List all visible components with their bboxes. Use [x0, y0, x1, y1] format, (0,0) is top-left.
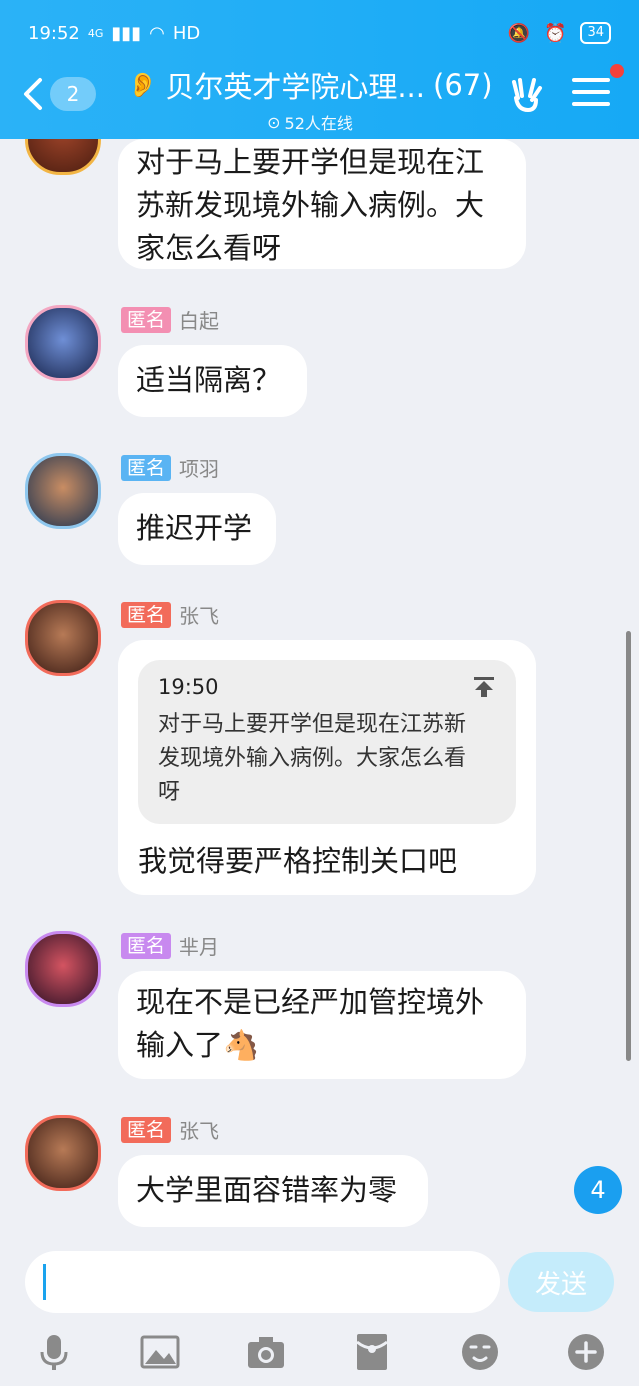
status-time: 19:52: [28, 22, 80, 44]
input-toolbar: [0, 1322, 639, 1386]
message-text: 大学里面容错率为零: [136, 1173, 398, 1207]
message-bubble[interactable]: 现在不是已经严加管控境外 输入了🐴: [118, 971, 526, 1079]
chat-scrollbar[interactable]: [626, 631, 631, 1061]
anonymous-tag: 匿名: [121, 601, 172, 628]
menu-button[interactable]: [572, 78, 610, 110]
image-icon[interactable]: [140, 1332, 180, 1372]
sender-name: 芈月: [179, 935, 220, 959]
alarm-icon: ⏰: [544, 22, 567, 44]
new-messages-badge[interactable]: 4: [574, 1166, 622, 1214]
sender-name: 张飞: [179, 604, 220, 628]
nav-bar: 2 👂 贝尔英才学院心理... (67) ⊙ 52人在线: [0, 60, 639, 133]
avatar[interactable]: [25, 305, 101, 381]
message-input[interactable]: [25, 1251, 500, 1313]
text-caret: [43, 1264, 46, 1300]
network-label: 4G: [87, 26, 104, 40]
sender-name: 张飞: [179, 1119, 220, 1143]
member-count: (67): [433, 68, 493, 102]
avatar[interactable]: [25, 453, 101, 529]
battery-indicator: 34: [580, 22, 611, 44]
sender-row: 匿名 张飞: [121, 600, 219, 629]
chat-area[interactable]: 对于马上要开学但是现在江 苏新发现境外输入病例。大 家怎么看呀 匿名 白起 适当…: [0, 139, 639, 1239]
app-header: 19:52 4G ▮▮▮ ◠ HD 🔕 ⏰ 34 2 👂 贝尔英才学院心理...…: [0, 0, 639, 139]
jump-to-top-icon[interactable]: [472, 675, 496, 699]
message-line: 家怎么看呀: [136, 231, 282, 265]
back-unread-badge: 2: [50, 77, 96, 111]
avatar[interactable]: [25, 1115, 101, 1191]
sender-row: 匿名 白起: [121, 305, 219, 334]
message-bubble[interactable]: 大学里面容错率为零: [118, 1155, 428, 1227]
anonymous-tag: 匿名: [121, 306, 172, 333]
avatar[interactable]: [25, 931, 101, 1007]
status-bar: 19:52 4G ▮▮▮ ◠ HD 🔕 ⏰ 34: [28, 18, 611, 48]
online-check-icon: ⊙: [267, 112, 281, 132]
emoji-icon[interactable]: [460, 1332, 500, 1372]
signal-icon: ▮▮▮: [111, 22, 142, 44]
anonymous-tag: 匿名: [121, 454, 172, 481]
anonymous-tag: 匿名: [121, 1116, 172, 1143]
message-line: 苏新发现境外输入病例。大: [136, 188, 485, 222]
back-button[interactable]: 2: [22, 74, 112, 114]
avatar[interactable]: [25, 139, 101, 175]
message-line: 输入了🐴: [136, 1028, 260, 1062]
message-text: 推迟开学: [136, 511, 253, 545]
online-count: 52人在线: [284, 114, 353, 133]
message-text: 我觉得要严格控制关口吧: [138, 844, 458, 878]
message-bubble[interactable]: 对于马上要开学但是现在江 苏新发现境外输入病例。大 家怎么看呀: [118, 139, 526, 269]
send-button[interactable]: 发送: [508, 1252, 614, 1312]
mute-icon: 🔕: [507, 22, 531, 44]
microphone-icon[interactable]: [34, 1332, 74, 1372]
hd-label: HD: [172, 22, 201, 44]
message-bubble[interactable]: 适当隔离？: [118, 345, 307, 417]
message-bubble[interactable]: 19:50 对于马上要开学但是现在江苏新 发现境外输入病例。大家怎么看 呀 我觉…: [118, 640, 536, 895]
anonymous-tag: 匿名: [121, 932, 172, 959]
message-line: 对于马上要开学但是现在江: [136, 145, 485, 179]
avatar[interactable]: [25, 600, 101, 676]
gesture-hand-icon[interactable]: [506, 74, 546, 114]
group-title-area[interactable]: 👂 贝尔英才学院心理... (67) ⊙ 52人在线: [120, 64, 500, 134]
camera-icon[interactable]: [246, 1332, 286, 1372]
sender-row: 匿名 张飞: [121, 1115, 219, 1144]
online-count-row: ⊙ 52人在线: [120, 110, 500, 134]
sender-row: 匿名 芈月: [121, 931, 219, 960]
quote-line: 对于马上要开学但是现在江苏新: [158, 712, 467, 737]
notification-dot: [610, 64, 624, 78]
ear-icon: 👂: [127, 71, 158, 99]
quoted-message[interactable]: 19:50 对于马上要开学但是现在江苏新 发现境外输入病例。大家怎么看 呀: [138, 660, 516, 824]
group-title: 贝尔英才学院心理...: [165, 70, 425, 104]
quote-time: 19:50: [158, 675, 219, 699]
sender-name: 白起: [179, 309, 220, 333]
sender-name: 项羽: [179, 457, 220, 481]
back-arrow-icon: [24, 78, 42, 110]
message-text: 适当隔离？: [136, 363, 282, 397]
message-bubble[interactable]: 推迟开学: [118, 493, 276, 565]
red-packet-icon[interactable]: [352, 1332, 392, 1372]
wifi-icon: ◠: [149, 22, 165, 44]
quote-line: 发现境外输入病例。大家怎么看: [158, 746, 467, 771]
sender-row: 匿名 项羽: [121, 453, 219, 482]
quote-line: 呀: [158, 780, 181, 805]
plus-icon[interactable]: [566, 1332, 606, 1372]
message-line: 现在不是已经严加管控境外: [136, 985, 485, 1019]
